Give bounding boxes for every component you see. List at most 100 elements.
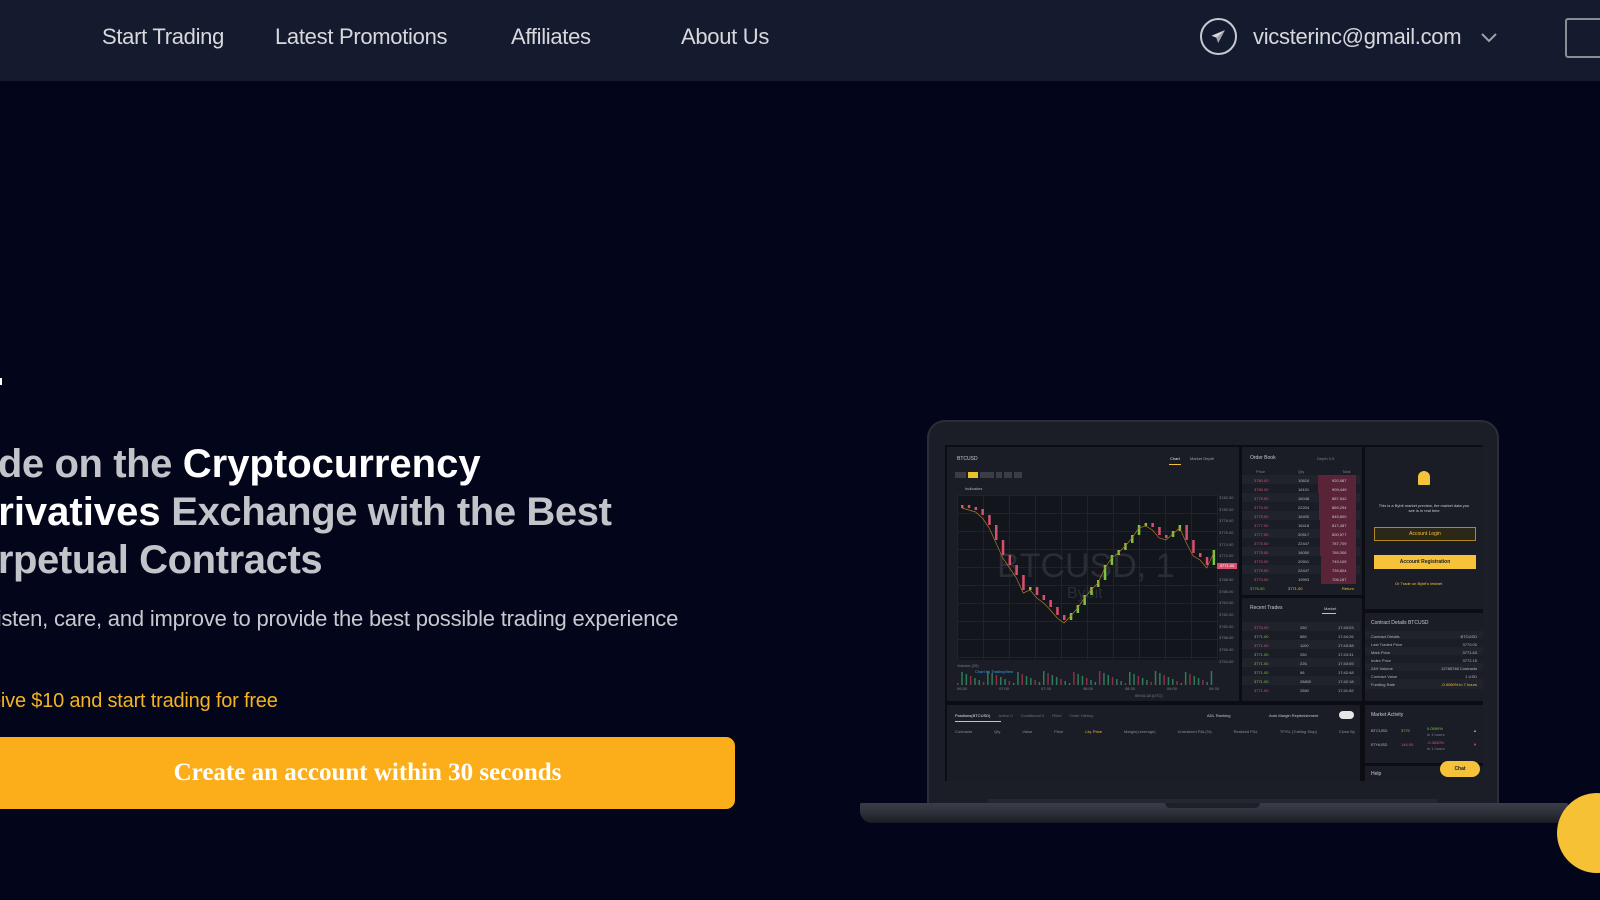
nav-about-us[interactable]: About Us xyxy=(681,24,769,50)
volume-bar xyxy=(1064,681,1066,685)
order-book-title: Order Book xyxy=(1250,455,1276,461)
tab-underline xyxy=(1322,613,1336,614)
volume-bar xyxy=(1030,678,1032,685)
volume-bar xyxy=(1141,678,1144,685)
recent-trades-panel: Recent Trades Market 3770.00 250 17:43:03 3… xyxy=(1242,598,1362,701)
volume-bar xyxy=(1051,675,1054,685)
volume-bar xyxy=(969,676,972,685)
ob-price: 3775.50 xyxy=(1254,550,1269,555)
trade-qty: 1100 xyxy=(1300,643,1309,648)
positions-tab: Active 0 xyxy=(998,713,1013,718)
trade-qty: 28800 xyxy=(1300,679,1312,684)
auto-margin-toggle xyxy=(1339,711,1354,719)
volume-bar xyxy=(1193,676,1195,685)
volume-bar xyxy=(957,683,959,685)
volume-bar xyxy=(1184,672,1187,685)
time-axis-tick: 09:00 xyxy=(1166,686,1177,691)
trade-price: 3771.00 xyxy=(1254,679,1269,684)
ob-total: 817,487 xyxy=(1332,523,1347,528)
nav-start-trading[interactable]: Start Trading xyxy=(102,24,224,50)
candle xyxy=(1165,535,1168,538)
volume-bar xyxy=(1081,676,1084,685)
volume-bar xyxy=(1060,679,1062,685)
time-axis-tick: 06:30 xyxy=(957,686,968,691)
trade-qty: 250 xyxy=(1300,625,1307,630)
chart-panel: BTCUSD Chart Market Depth Indicators O 3… xyxy=(947,447,1239,701)
price-axis-tick: 3764.00 xyxy=(1219,600,1234,606)
market-activity-row: ETHUSD 146.05 -0.3830% in 1 hours ▼ xyxy=(1365,739,1483,752)
ob-total: 887,542 xyxy=(1332,496,1347,501)
ob-price: 3774.50 xyxy=(1254,577,1269,582)
volume-bar xyxy=(1206,682,1208,685)
ob-total: 845,800 xyxy=(1332,514,1347,519)
volume-bar xyxy=(1034,680,1036,685)
chart-clock: 09:04:18 (UTC) xyxy=(1135,693,1163,698)
candle xyxy=(1056,607,1059,615)
trade-time: 17:41:52 xyxy=(1338,688,1354,693)
trade-time: 17:42:18 xyxy=(1338,679,1354,684)
volume-bar xyxy=(982,682,985,685)
trade-qty: 2560 xyxy=(1300,688,1309,693)
tab-market-depth: Market Depth xyxy=(1190,456,1215,461)
trade-qty: 880 xyxy=(1300,634,1307,639)
alarm-bell-icon xyxy=(1418,471,1430,485)
ob-total: 787,709 xyxy=(1332,541,1347,546)
market-activity-rows: BTCUSD 3770 0.0590% in 1 hours ▲ ETHUSD 146.05… xyxy=(1365,725,1483,761)
tab-chart: Chart xyxy=(1170,456,1180,461)
price-axis-tick: 3762.00 xyxy=(1219,611,1234,617)
positions-tab: Conditional 0 xyxy=(1020,713,1044,718)
trade-time: 17:43:05 xyxy=(1338,661,1354,666)
depth-selector: Depth 0.5 xyxy=(1317,456,1335,461)
volume-bar xyxy=(1124,683,1127,685)
telegram-plane-icon[interactable] xyxy=(1200,18,1237,55)
volume-bar xyxy=(1129,672,1131,685)
candle xyxy=(1029,587,1032,590)
timeframe-buttons xyxy=(955,472,1035,478)
chevron-down-icon[interactable] xyxy=(1481,33,1497,43)
create-account-label: Create an account within 30 seconds xyxy=(173,759,562,786)
volume-bar xyxy=(1077,674,1079,685)
candle xyxy=(974,507,978,510)
volume-bar xyxy=(978,680,980,685)
volume-bar xyxy=(1017,672,1019,685)
trade-price: 3770.00 xyxy=(1254,625,1269,630)
ob-price: 3780.00 xyxy=(1254,487,1269,492)
create-account-button[interactable]: Create an account within 30 seconds xyxy=(0,737,735,809)
tab-underline xyxy=(1169,464,1181,465)
trade-time: 17:43:31 xyxy=(1338,652,1354,657)
user-account-menu[interactable]: vicsterinc@gmail.com xyxy=(1253,24,1462,50)
trading-preview-screen: BTCUSD Chart Market Depth Indicators O 3… xyxy=(945,445,1483,781)
top-navbar: Start Trading Latest Promotions Affiliat… xyxy=(0,0,1600,81)
volume-bar xyxy=(1021,674,1023,685)
ob-qty: 16101 xyxy=(1298,487,1310,492)
account-login-button: Account Login xyxy=(1374,527,1476,541)
nav-affiliates[interactable]: Affiliates xyxy=(511,24,591,50)
ob-price: 3775.50 xyxy=(1254,541,1269,546)
contract-detail-row: Funding Rate -0.0090% in 7 hours xyxy=(1365,679,1483,689)
last-price-tag: 3771.00 xyxy=(1217,563,1237,569)
volume-bar xyxy=(1133,674,1135,685)
trade-time: 17:42:48 xyxy=(1338,670,1354,675)
volume-bar xyxy=(1043,671,1045,685)
candle xyxy=(1042,595,1046,600)
trade-price: 3771.00 xyxy=(1254,643,1269,648)
price-axis-tick: 3780.00 xyxy=(1219,506,1234,512)
indicators-button: Indicators xyxy=(965,486,983,491)
ob-qty: 16050 xyxy=(1298,550,1310,555)
volume-bar xyxy=(1137,676,1140,685)
order-entry-panel: This is a Bybit market preview, the mark… xyxy=(1365,447,1483,609)
price-axis-tick: 3754.00 xyxy=(1219,658,1234,664)
moving-average-line xyxy=(961,507,1214,624)
language-selector[interactable] xyxy=(1565,18,1600,58)
ob-qty: 16400 xyxy=(1298,514,1310,519)
ob-total: 909,449 xyxy=(1332,487,1347,492)
volume-bar xyxy=(1159,673,1161,685)
nav-latest-promotions[interactable]: Latest Promotions xyxy=(275,24,448,50)
ma-symbol: BTCUSD xyxy=(1371,728,1388,733)
trade-row: 3771.00 2560 17:41:52 xyxy=(1242,685,1360,695)
recent-trades-tab: Market xyxy=(1324,606,1337,611)
volume-bar xyxy=(1055,677,1058,685)
ob-qty: 16418 xyxy=(1298,523,1310,528)
price-axis: 3782.00 3780.00 3778.00 3776.00 3774.00 3772.… xyxy=(1219,495,1239,685)
arrow-down-icon: ▼ xyxy=(1473,742,1477,747)
